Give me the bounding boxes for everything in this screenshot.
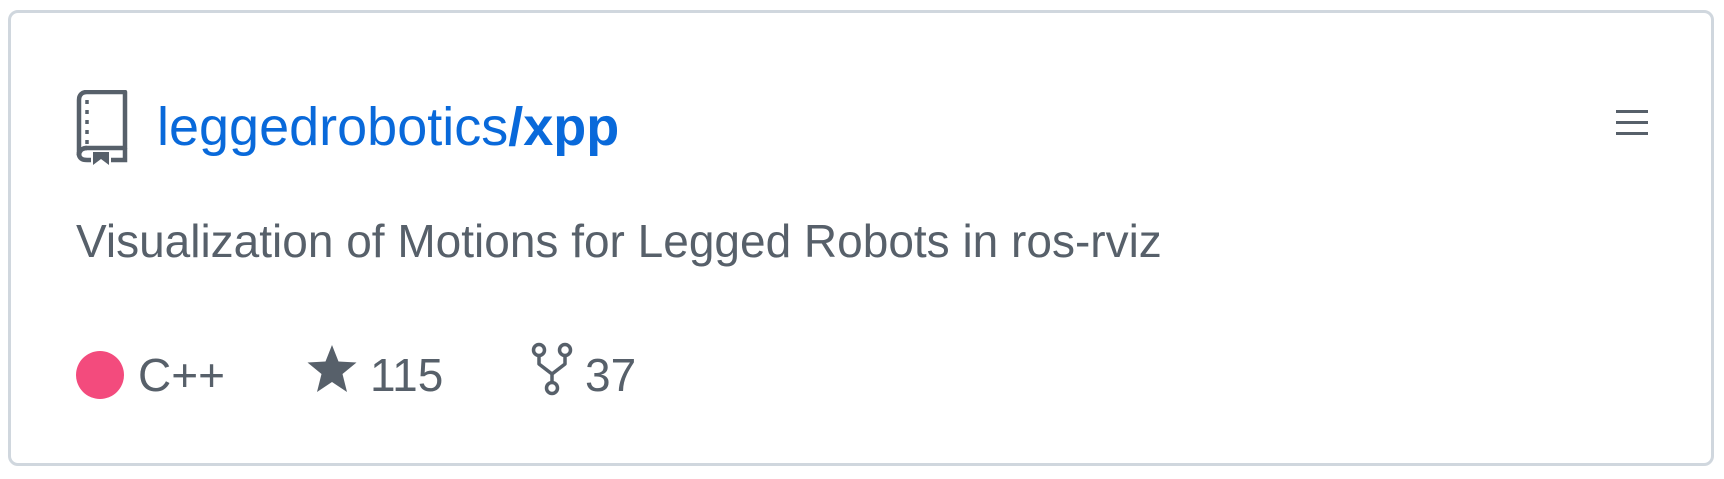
forks-info[interactable]: 37 <box>531 342 637 408</box>
repo-name: xpp <box>523 97 620 157</box>
star-icon <box>306 344 370 406</box>
repo-description: Visualization of Motions for Legged Robo… <box>76 215 1162 267</box>
language-color-dot <box>76 351 124 399</box>
repo-separator: / <box>508 97 524 157</box>
star-count: 115 <box>370 349 444 401</box>
repo-link[interactable]: leggedrobotics/xpp <box>157 95 619 159</box>
language-label: C++ <box>138 349 225 401</box>
hamburger-menu-icon[interactable] <box>1616 107 1650 141</box>
repo-owner: leggedrobotics <box>157 97 509 157</box>
repo-book-icon <box>75 89 131 165</box>
fork-icon <box>531 342 585 408</box>
repo-card: leggedrobotics/xpp Visualization of Moti… <box>8 10 1714 466</box>
stars-info[interactable]: 115 <box>306 343 443 407</box>
fork-count: 37 <box>585 349 637 401</box>
language-info: C++ <box>76 343 225 407</box>
